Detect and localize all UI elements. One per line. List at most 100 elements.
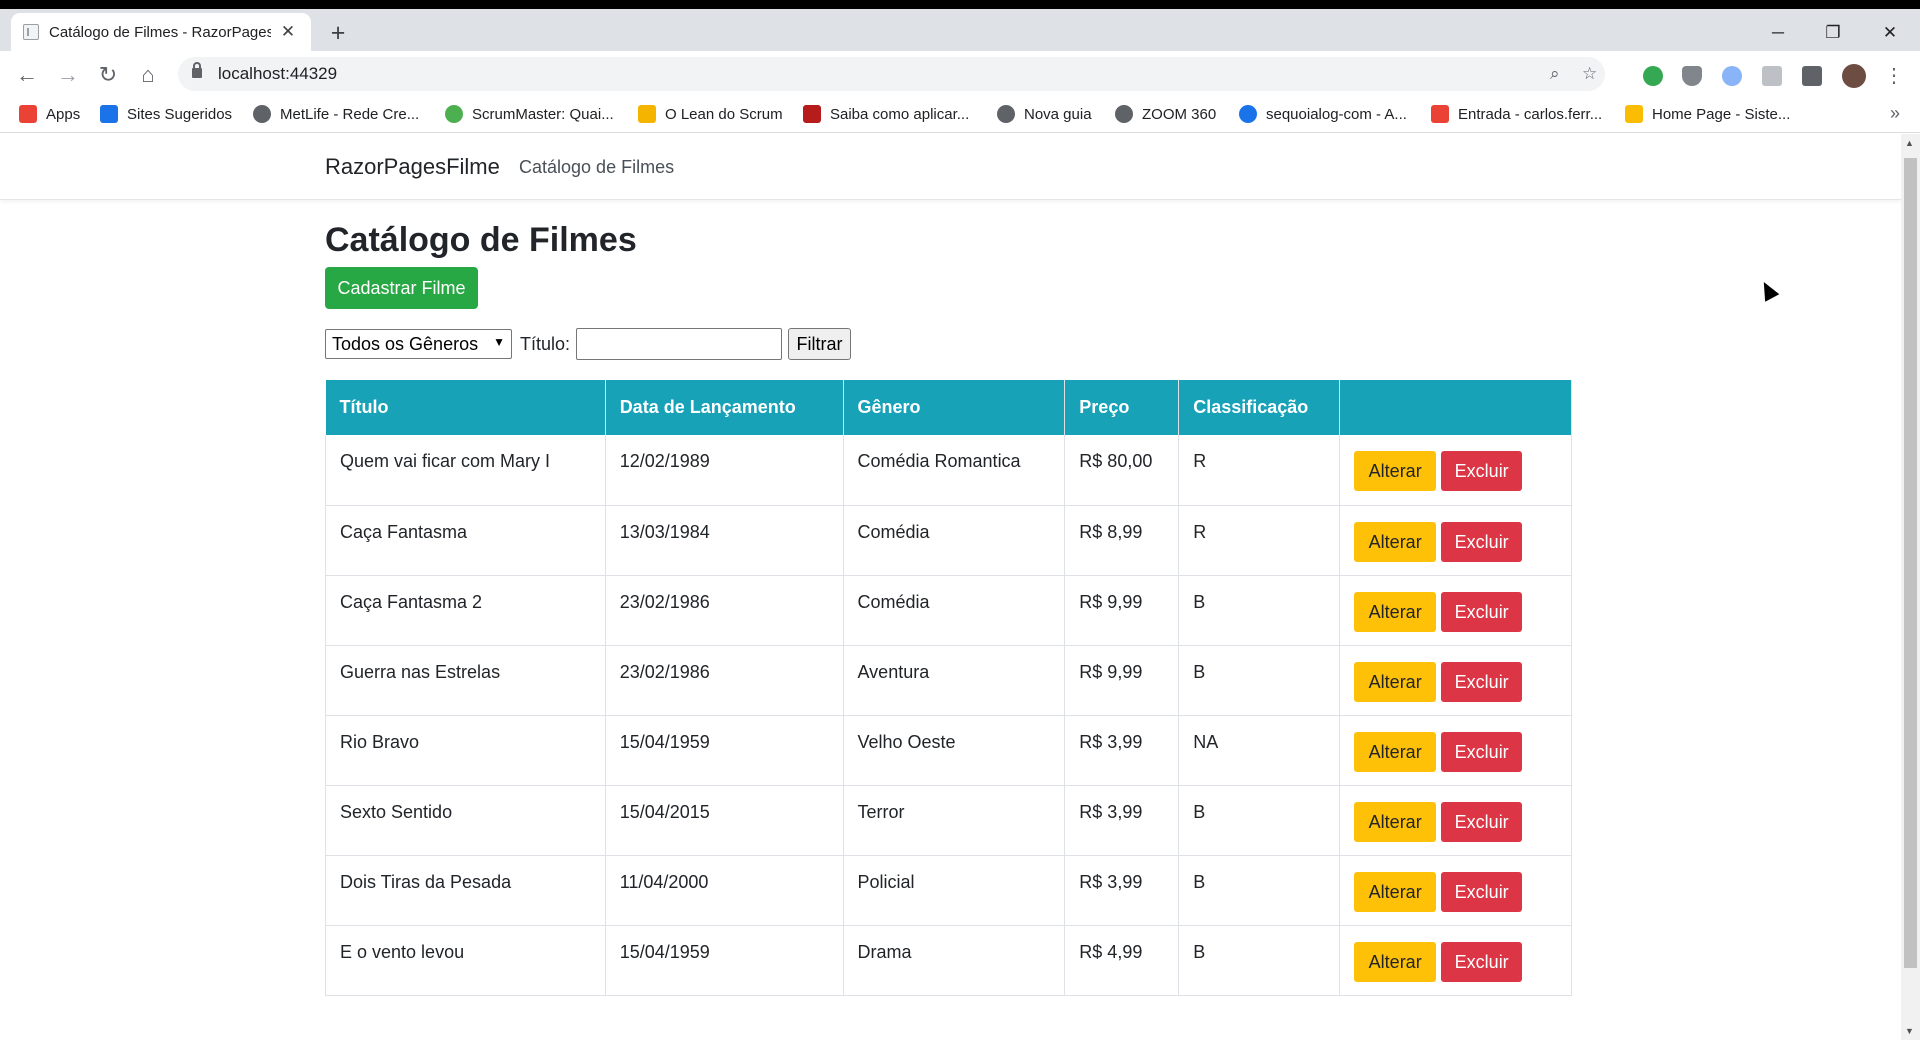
cell-genero: Comédia Romantica [843,435,1066,506]
cell-classificacao: B [1178,575,1341,646]
cell-classificacao: NA [1178,715,1341,786]
bookmark-scrummaster[interactable]: ScrumMaster: Quai... [445,105,614,123]
bookmark-apps[interactable]: Apps [19,105,80,123]
header-classificacao: Classificação [1178,380,1341,435]
title-filter-input[interactable] [576,328,783,360]
cell-titulo: Guerra nas Estrelas [325,645,606,716]
excluir-button[interactable]: Excluir [1441,521,1523,562]
extension-blue-icon[interactable] [1722,66,1742,86]
excluir-button[interactable]: Excluir [1441,661,1523,702]
cell-titulo: Dois Tiras da Pesada [325,855,606,926]
book-icon [803,105,821,123]
extension-green-icon[interactable] [1643,66,1663,86]
cell-preco: R$ 3,99 [1064,785,1180,856]
bookmark-star-icon[interactable]: ☆ [1582,64,1597,84]
table-row: Caça Fantasma 2 23/02/1986 Comédia R$ 9,… [325,575,1572,646]
zoom-icon[interactable]: ⌕ [1550,64,1560,84]
bookmark-gmail[interactable]: Entrada - carlos.ferr... [1431,105,1602,123]
extension-shield-icon[interactable] [1682,66,1702,86]
filter-button[interactable]: Filtrar [788,328,852,360]
s-logo-icon [1625,105,1643,123]
alterar-button[interactable]: Alterar [1354,451,1437,491]
tab-strip: Catálogo de Filmes - RazorPages ✕ + ─ ❐ … [0,9,1920,51]
extension-cube-icon[interactable] [1762,66,1782,86]
lock-icon[interactable] [192,62,202,78]
page-scrollbar[interactable]: ▲ ▼ [1901,134,1920,1040]
header-data-lancamento: Data de Lançamento [605,380,844,435]
new-tab-button[interactable]: + [326,21,350,46]
cell-actions: Alterar Excluir [1339,645,1572,716]
chevron-down-icon: ▼ [493,335,505,349]
excluir-button[interactable]: Excluir [1441,731,1523,772]
alterar-button[interactable]: Alterar [1354,661,1437,702]
bookmark-zoom-360[interactable]: ZOOM 360 [1115,105,1216,123]
alterar-button[interactable]: Alterar [1354,521,1437,562]
scroll-up-icon[interactable]: ▲ [1905,138,1914,148]
cell-preco: R$ 3,99 [1064,715,1180,786]
cell-actions: Alterar Excluir [1339,925,1572,996]
cell-preco: R$ 4,99 [1064,925,1180,996]
cell-data: 12/02/1989 [605,435,844,506]
bookmark-metlife[interactable]: MetLife - Rede Cre... [253,105,419,123]
cell-data: 15/04/1959 [605,715,844,786]
globe-icon [253,105,271,123]
cell-data: 13/03/1984 [605,505,844,576]
table-row: Sexto Sentido 15/04/2015 Terror R$ 3,99 … [325,785,1572,856]
cadastrar-filme-button[interactable]: Cadastrar Filme [325,267,478,309]
excluir-button[interactable]: Excluir [1441,801,1523,842]
tab-close-icon[interactable]: ✕ [277,21,299,43]
cell-actions: Alterar Excluir [1339,435,1572,506]
home-button[interactable]: ⌂ [134,61,162,89]
cell-data: 23/02/1986 [605,645,844,716]
restore-button[interactable]: ❐ [1813,23,1853,47]
globe-icon [997,105,1015,123]
excluir-button[interactable]: Excluir [1441,871,1523,912]
bookmark-sequoialog[interactable]: sequoialog-com - A... [1239,105,1407,123]
browser-tab-active[interactable]: Catálogo de Filmes - RazorPages ✕ [11,13,311,51]
genre-select-value: Todos os Gêneros [332,333,479,354]
app-navbar: RazorPagesFilme Catálogo de Filmes [0,134,1901,200]
excluir-button[interactable]: Excluir [1441,451,1523,491]
bookmark-saiba-como[interactable]: Saiba como aplicar... [803,105,969,123]
movies-table: Título Data de Lançamento Gênero Preço C… [325,380,1572,996]
profile-avatar[interactable] [1842,64,1866,88]
alterar-button[interactable]: Alterar [1354,941,1437,982]
genre-select[interactable]: Todos os Gêneros ▼ [325,329,512,359]
browser-toolbar: ← → ↻ ⌂ localhost:44329 ⌕ ☆ ⋮ [0,51,1920,97]
bookmarks-overflow-icon[interactable]: » [1890,103,1900,124]
bookmark-nova-guia[interactable]: Nova guia [997,105,1092,123]
address-bar[interactable]: localhost:44329 ⌕ ☆ [178,57,1605,91]
cell-genero: Comédia [843,575,1066,646]
app-brand[interactable]: RazorPagesFilme [325,154,500,180]
extensions-puzzle-icon[interactable] [1802,66,1822,86]
alterar-button[interactable]: Alterar [1354,731,1437,772]
scroll-down-icon[interactable]: ▼ [1905,1026,1914,1036]
address-url[interactable]: localhost:44329 [218,64,337,84]
back-button[interactable]: ← [13,61,41,89]
table-row: Dois Tiras da Pesada 11/04/2000 Policial… [325,855,1572,926]
close-window-button[interactable]: ✕ [1870,23,1910,47]
alterar-button[interactable]: Alterar [1354,871,1437,912]
excluir-button[interactable]: Excluir [1441,941,1523,982]
forward-button[interactable]: → [54,61,82,89]
cell-preco: R$ 80,00 [1064,435,1180,506]
cell-data: 23/02/1986 [605,575,844,646]
bookmark-sites-sugeridos[interactable]: Sites Sugeridos [100,105,232,123]
nav-link-catalogo[interactable]: Catálogo de Filmes [519,157,674,178]
bookmark-home-page[interactable]: Home Page - Siste... [1625,105,1790,123]
cell-classificacao: R [1178,505,1341,576]
browser-menu-icon[interactable]: ⋮ [1884,63,1904,88]
reload-button[interactable]: ↻ [94,61,122,89]
minimize-button[interactable]: ─ [1758,23,1798,47]
cell-classificacao: B [1178,785,1341,856]
cell-genero: Aventura [843,645,1066,716]
cell-data: 15/04/2015 [605,785,844,856]
excluir-button[interactable]: Excluir [1441,591,1523,632]
cell-classificacao: B [1178,855,1341,926]
alterar-button[interactable]: Alterar [1354,591,1437,632]
cell-preco: R$ 3,99 [1064,855,1180,926]
bookmark-lean-scrum[interactable]: O Lean do Scrum [638,105,783,123]
scrollbar-thumb[interactable] [1904,158,1917,968]
alterar-button[interactable]: Alterar [1354,801,1437,842]
cell-genero: Terror [843,785,1066,856]
